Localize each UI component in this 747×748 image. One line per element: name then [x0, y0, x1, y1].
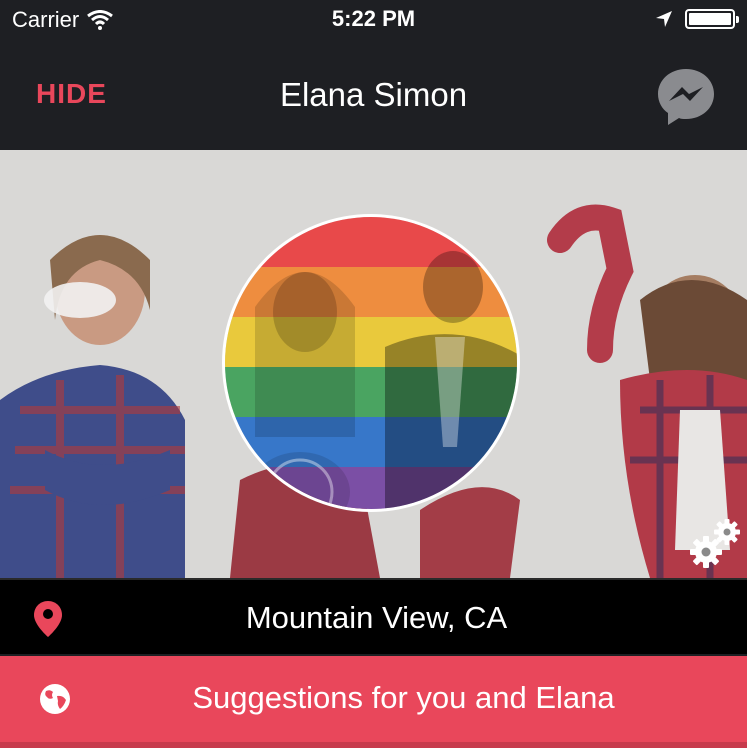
- messenger-icon[interactable]: [655, 66, 717, 128]
- page-title: Elana Simon: [279, 76, 468, 113]
- suggestions-label: Suggestions for you and Elana: [192, 680, 615, 715]
- cover-photo: [0, 150, 747, 578]
- location-label: Mountain View, CA: [245, 600, 508, 635]
- location-row: Mountain View, CA: [0, 578, 747, 654]
- bottom-divider: [0, 742, 747, 748]
- clock: 5:22 PM: [331, 6, 416, 31]
- gear-icon[interactable]: [689, 518, 741, 570]
- profile-avatar[interactable]: [222, 214, 520, 512]
- status-right-group: [655, 9, 739, 29]
- status-bar: Carrier 5:22 PM: [0, 0, 747, 40]
- location-arrow-icon: [656, 11, 672, 27]
- battery-icon: [685, 9, 739, 29]
- battery-nub: [736, 16, 739, 23]
- battery-fill: [689, 13, 731, 25]
- suggestions-button[interactable]: Suggestions for you and Elana: [0, 656, 747, 742]
- nav-bar: HIDE Elana Simon: [0, 40, 747, 150]
- avatar-photo: [225, 217, 517, 509]
